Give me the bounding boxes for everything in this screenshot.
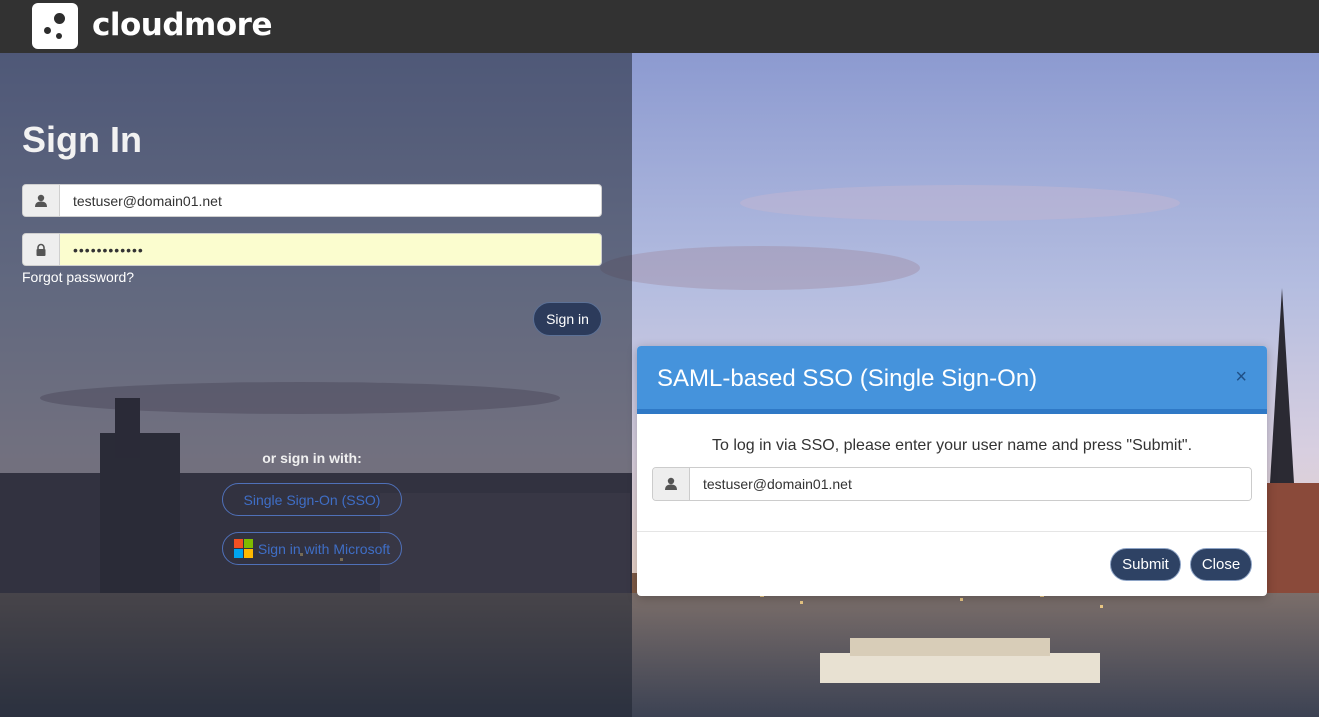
signin-title: Sign In: [22, 119, 142, 160]
user-icon: [653, 468, 690, 500]
microsoft-signin-label: Sign in with Microsoft: [257, 540, 391, 557]
password-input[interactable]: [61, 234, 601, 265]
modal-divider: [637, 531, 1267, 532]
close-button[interactable]: Close: [1190, 548, 1252, 581]
sso-button-label: Single Sign-On (SSO): [243, 491, 381, 508]
sso-username-input[interactable]: [691, 468, 1251, 500]
modal-title: SAML-based SSO (Single Sign-On): [657, 365, 1038, 392]
password-field-group: [22, 233, 602, 266]
brand-name[interactable]: cloudmore: [92, 7, 272, 43]
microsoft-signin-button[interactable]: Sign in with Microsoft: [222, 532, 402, 565]
username-input[interactable]: [61, 185, 601, 216]
top-bar: cloudmore: [0, 0, 1319, 53]
microsoft-logo-icon: [233, 539, 253, 558]
sso-button[interactable]: Single Sign-On (SSO): [222, 483, 402, 516]
submit-button[interactable]: Submit: [1110, 548, 1181, 581]
cloudmore-dots-logo[interactable]: [32, 3, 78, 49]
sso-username-field-group: [652, 467, 1252, 501]
or-sign-in-with-label: or sign in with:: [262, 450, 362, 466]
username-field-group: [22, 184, 602, 217]
lock-icon: [23, 234, 60, 265]
sign-in-button[interactable]: Sign in: [533, 302, 602, 336]
modal-instructions: To log in via SSO, please enter your use…: [711, 437, 1193, 454]
modal-header: SAML-based SSO (Single Sign-On) ×: [637, 346, 1267, 414]
close-icon[interactable]: ×: [1235, 366, 1247, 389]
forgot-password-link[interactable]: Forgot password?: [22, 269, 134, 285]
user-icon: [23, 185, 60, 216]
sso-modal: SAML-based SSO (Single Sign-On) × To log…: [637, 346, 1267, 596]
